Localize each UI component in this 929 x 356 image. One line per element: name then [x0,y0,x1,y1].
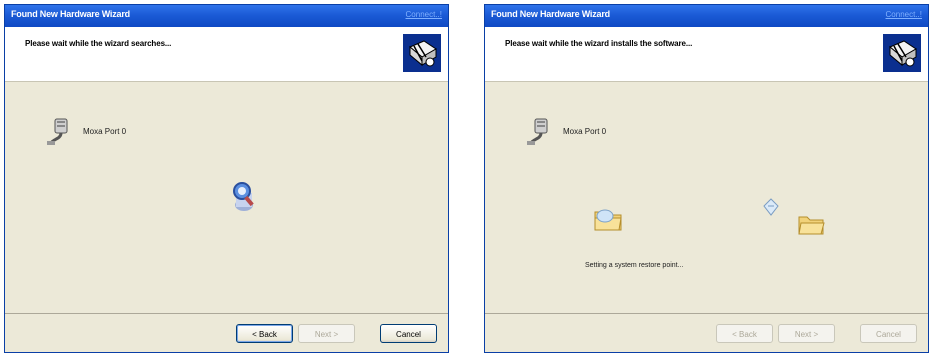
wizard-window-searching: Found New Hardware Wizard Connect..! Ple… [4,4,449,353]
header-text: Please wait while the wizard installs th… [505,39,693,48]
title-link[interactable]: Connect..! [406,10,442,19]
hardware-wizard-icon [403,34,441,72]
next-button[interactable]: Next > [778,324,835,343]
device-label: Moxa Port 0 [83,127,127,136]
cancel-button[interactable]: Cancel [860,324,917,343]
folder-icon [798,216,825,235]
title-link[interactable]: Connect..! [886,10,922,19]
wizard-footer: < Back Next > Cancel [485,313,928,352]
window-title: Found New Hardware Wizard [491,9,610,19]
header-text: Please wait while the wizard searches... [25,39,172,48]
document-icon [763,198,779,216]
wizard-window-installing: Found New Hardware Wizard Connect..! Ple… [484,4,929,353]
serial-port-icon [47,118,68,145]
hardware-wizard-icon [883,34,921,72]
searching-magnifier-icon [233,182,254,211]
title-bar[interactable]: Found New Hardware Wizard Connect..! [5,5,448,27]
back-button[interactable]: < Back [236,324,293,343]
device-label: Moxa Port 0 [563,127,607,136]
status-text: Setting a system restore point... [585,262,684,269]
folder-icon [594,209,622,231]
serial-port-icon [527,118,548,145]
back-button[interactable]: < Back [716,324,773,343]
wizard-footer: < Back Next > Cancel [5,313,448,352]
title-bar[interactable]: Found New Hardware Wizard Connect..! [485,5,928,27]
cancel-button[interactable]: Cancel [380,324,437,343]
next-button[interactable]: Next > [298,324,355,343]
window-title: Found New Hardware Wizard [11,9,130,19]
wizard-header: Please wait while the wizard searches... [5,27,448,82]
wizard-body: Moxa Port 0 Setting a system restore poi… [485,82,928,313]
wizard-header: Please wait while the wizard installs th… [485,27,928,82]
wizard-body: Moxa Port 0 [5,82,448,313]
